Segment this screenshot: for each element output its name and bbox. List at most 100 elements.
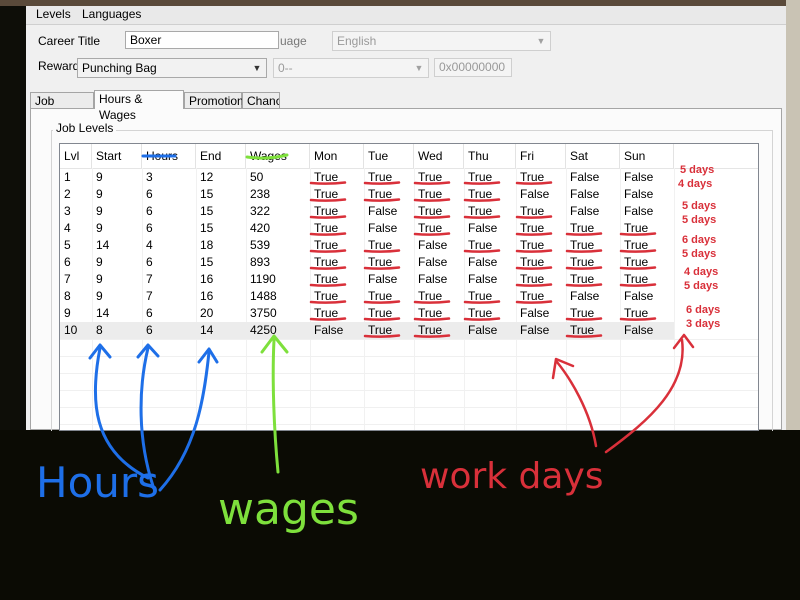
cell-mon[interactable]: False — [310, 322, 364, 339]
cell-fri[interactable]: True — [516, 237, 566, 254]
column-header-hours[interactable]: Hours — [142, 144, 196, 168]
menu-levels[interactable]: Levels — [32, 7, 75, 22]
cell-tue[interactable]: False — [364, 271, 414, 288]
cell-wages[interactable]: 893 — [246, 254, 310, 271]
cell-wed[interactable]: False — [414, 254, 464, 271]
cell-wages[interactable]: 4250 — [246, 322, 310, 339]
cell-hours[interactable]: 3 — [142, 169, 196, 186]
cell-sun[interactable]: False — [620, 169, 674, 186]
table-row[interactable]: 3 9 6 15 322 True False True True True False False — [60, 203, 674, 220]
cell-sun[interactable]: False — [620, 288, 674, 305]
cell-end[interactable]: 15 — [196, 220, 246, 237]
cell-start[interactable]: 14 — [92, 237, 142, 254]
cell-end[interactable]: 16 — [196, 271, 246, 288]
cell-thu[interactable]: False — [464, 271, 516, 288]
cell-thu[interactable]: True — [464, 169, 516, 186]
cell-thu[interactable]: False — [464, 322, 516, 339]
table-row[interactable]: 6 9 6 15 893 True True False False True True True — [60, 254, 674, 271]
cell-lvl[interactable]: 2 — [60, 186, 92, 203]
cell-start[interactable]: 9 — [92, 169, 142, 186]
cell-tue[interactable]: True — [364, 186, 414, 203]
cell-tue[interactable]: True — [364, 322, 414, 339]
cell-lvl[interactable]: 5 — [60, 237, 92, 254]
hex-id-field[interactable]: 0x00000000 — [434, 58, 512, 77]
cell-tue[interactable]: True — [364, 169, 414, 186]
cell-fri[interactable]: True — [516, 288, 566, 305]
cell-end[interactable]: 20 — [196, 305, 246, 322]
table-row[interactable]: 7 9 7 16 1190 True False False False True True True — [60, 271, 674, 288]
cell-tue[interactable]: True — [364, 237, 414, 254]
cell-wages[interactable]: 50 — [246, 169, 310, 186]
cell-sun[interactable]: True — [620, 271, 674, 288]
cell-tue[interactable]: False — [364, 203, 414, 220]
cell-mon[interactable]: True — [310, 220, 364, 237]
career-title-input[interactable]: Boxer — [125, 31, 279, 49]
column-header-sun[interactable]: Sun — [620, 144, 674, 168]
cell-thu[interactable]: True — [464, 203, 516, 220]
cell-start[interactable]: 8 — [92, 322, 142, 339]
table-row[interactable]: 2 9 6 15 238 True True True True False False False — [60, 186, 674, 203]
cell-end[interactable]: 14 — [196, 322, 246, 339]
cell-sat[interactable]: True — [566, 220, 620, 237]
cell-lvl[interactable]: 7 — [60, 271, 92, 288]
cell-thu[interactable]: True — [464, 305, 516, 322]
cell-end[interactable]: 15 — [196, 203, 246, 220]
cell-wed[interactable]: False — [414, 271, 464, 288]
cell-sat[interactable]: False — [566, 186, 620, 203]
cell-sat[interactable]: False — [566, 288, 620, 305]
cell-hours[interactable]: 7 — [142, 288, 196, 305]
column-header-fri[interactable]: Fri — [516, 144, 566, 168]
cell-wed[interactable]: True — [414, 169, 464, 186]
cell-sat[interactable]: True — [566, 237, 620, 254]
cell-mon[interactable]: True — [310, 203, 364, 220]
column-header-lvl[interactable]: Lvl — [60, 144, 92, 168]
table-row[interactable]: 8 9 7 16 1488 True True True True True False False — [60, 288, 674, 305]
cell-mon[interactable]: True — [310, 288, 364, 305]
cell-thu[interactable]: True — [464, 288, 516, 305]
cell-hours[interactable]: 6 — [142, 186, 196, 203]
cell-wed[interactable]: True — [414, 186, 464, 203]
language-select[interactable]: English ▼ — [332, 31, 551, 51]
cell-mon[interactable]: True — [310, 305, 364, 322]
cell-lvl[interactable]: 1 — [60, 169, 92, 186]
reward-select[interactable]: Punching Bag ▼ — [77, 58, 267, 78]
cell-wages[interactable]: 238 — [246, 186, 310, 203]
column-header-end[interactable]: End — [196, 144, 246, 168]
menu-languages[interactable]: Languages — [78, 7, 145, 22]
cell-fri[interactable]: False — [516, 322, 566, 339]
cell-sun[interactable]: False — [620, 203, 674, 220]
cell-wages[interactable]: 1488 — [246, 288, 310, 305]
cell-lvl[interactable]: 8 — [60, 288, 92, 305]
cell-wed[interactable]: True — [414, 322, 464, 339]
cell-sun[interactable]: True — [620, 237, 674, 254]
column-header-wed[interactable]: Wed — [414, 144, 464, 168]
cell-sat[interactable]: False — [566, 203, 620, 220]
cell-end[interactable]: 15 — [196, 186, 246, 203]
column-header-tue[interactable]: Tue — [364, 144, 414, 168]
table-row[interactable]: 1 9 3 12 50 True True True True True False False — [60, 169, 674, 186]
cell-fri[interactable]: True — [516, 271, 566, 288]
cell-fri[interactable]: False — [516, 305, 566, 322]
cell-end[interactable]: 12 — [196, 169, 246, 186]
cell-tue[interactable]: True — [364, 288, 414, 305]
cell-thu[interactable]: True — [464, 237, 516, 254]
table-row[interactable]: 5 14 4 18 539 True True False True True True True — [60, 237, 674, 254]
cell-sat[interactable]: True — [566, 322, 620, 339]
cell-hours[interactable]: 7 — [142, 271, 196, 288]
cell-hours[interactable]: 6 — [142, 220, 196, 237]
cell-lvl[interactable]: 4 — [60, 220, 92, 237]
column-header-wages[interactable]: Wages — [246, 144, 310, 168]
cell-mon[interactable]: True — [310, 186, 364, 203]
table-row[interactable]: 9 14 6 20 3750 True True True True False True True — [60, 305, 674, 322]
tab-chance[interactable]: Chanc — [242, 92, 280, 108]
cell-wages[interactable]: 322 — [246, 203, 310, 220]
cell-hours[interactable]: 6 — [142, 203, 196, 220]
cell-sat[interactable]: True — [566, 254, 620, 271]
cell-start[interactable]: 9 — [92, 271, 142, 288]
cell-wed[interactable]: True — [414, 305, 464, 322]
cell-wed[interactable]: True — [414, 203, 464, 220]
cell-hours[interactable]: 6 — [142, 254, 196, 271]
cell-end[interactable]: 15 — [196, 254, 246, 271]
cell-mon[interactable]: True — [310, 254, 364, 271]
cell-wed[interactable]: False — [414, 237, 464, 254]
